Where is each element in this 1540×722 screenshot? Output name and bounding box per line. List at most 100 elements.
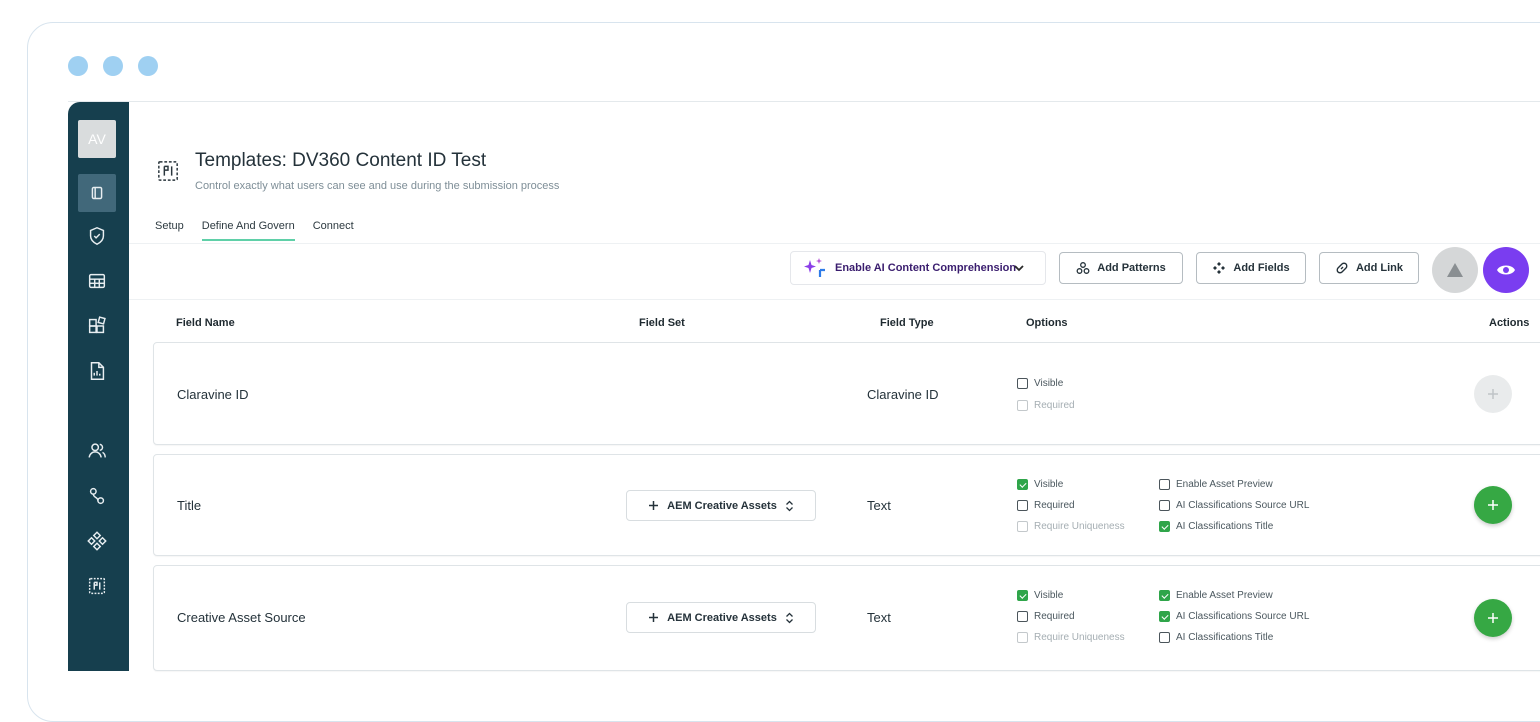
checkbox: [1017, 521, 1028, 532]
preview-button[interactable]: [1483, 247, 1529, 293]
checkbox: [1017, 632, 1028, 643]
option-label: AI Classifications Source URL: [1176, 611, 1310, 622]
field-set-label: AEM Creative Assets: [667, 611, 777, 624]
option-label: AI Classifications Title: [1176, 521, 1274, 532]
patterns-icon: [1076, 262, 1090, 274]
enable-ai-dropdown[interactable]: Enable AI Content Comprehension: [790, 251, 1046, 285]
option-required: Required: [1017, 400, 1075, 411]
option-label: Require Uniqueness: [1034, 521, 1125, 532]
tab-define-and-govern[interactable]: Define And Govern: [201, 220, 295, 241]
warning-button[interactable]: [1432, 247, 1478, 293]
option-label: Require Uniqueness: [1034, 632, 1125, 643]
table-row[interactable]: Claravine ID Claravine ID Visible Requir…: [153, 342, 1540, 445]
option-label: Required: [1034, 400, 1075, 411]
shield-check-icon[interactable]: [78, 217, 116, 255]
checkbox[interactable]: [1159, 479, 1170, 490]
option-enable-asset-preview[interactable]: Enable Asset Preview: [1159, 479, 1273, 490]
checkbox[interactable]: [1017, 611, 1028, 622]
option-label: Visible: [1034, 378, 1064, 389]
window-dot-3[interactable]: [138, 56, 158, 76]
option-ai-title[interactable]: AI Classifications Title: [1159, 632, 1273, 643]
table-row[interactable]: Creative Asset Source AEM Creative Asset…: [153, 565, 1540, 671]
option-required[interactable]: Required: [1017, 500, 1075, 511]
checkbox[interactable]: [1159, 632, 1170, 643]
template-icon[interactable]: [78, 567, 116, 605]
plus-icon: [649, 613, 659, 622]
option-visible[interactable]: Visible: [1017, 378, 1063, 389]
checkbox[interactable]: [1159, 611, 1170, 622]
col-field-set: Field Set: [639, 317, 685, 329]
sidebar: AV: [68, 102, 129, 671]
window-dot-1[interactable]: [68, 56, 88, 76]
add-link-button[interactable]: Add Link: [1319, 252, 1419, 284]
plus-icon: [649, 501, 659, 510]
diamond-grid-icon[interactable]: [78, 522, 116, 560]
app: AV Templates: DV360 Content ID Test Cont…: [68, 101, 1540, 671]
option-ai-title[interactable]: AI Classifications Title: [1159, 521, 1273, 532]
checkbox[interactable]: [1017, 479, 1028, 490]
sparkle-icon: [804, 258, 825, 277]
option-required[interactable]: Required: [1017, 611, 1075, 622]
option-enable-asset-preview[interactable]: Enable Asset Preview: [1159, 590, 1273, 601]
col-field-name: Field Name: [176, 317, 235, 329]
option-ai-source-url[interactable]: AI Classifications Source URL: [1159, 500, 1309, 511]
enable-ai-label: Enable AI Content Comprehension: [835, 262, 1017, 274]
add-action-button: [1474, 375, 1512, 413]
plus-icon: [1488, 613, 1498, 623]
avatar[interactable]: AV: [78, 120, 116, 158]
option-label: AI Classifications Title: [1176, 632, 1274, 643]
users-icon[interactable]: [78, 432, 116, 470]
chevron-down-icon: [1014, 265, 1024, 272]
option-ai-source-url[interactable]: AI Classifications Source URL: [1159, 611, 1309, 622]
add-link-label: Add Link: [1355, 262, 1404, 274]
field-set-select[interactable]: AEM Creative Assets: [626, 602, 816, 633]
checkbox[interactable]: [1017, 378, 1028, 389]
field-set-label: AEM Creative Assets: [667, 499, 777, 512]
col-options: Options: [1026, 317, 1068, 329]
link-icon: [1336, 262, 1348, 274]
add-patterns-label: Add Patterns: [1097, 262, 1166, 274]
add-fields-label: Add Fields: [1233, 262, 1290, 274]
field-name: Title: [177, 498, 202, 513]
field-type: Text: [867, 498, 891, 513]
table-row[interactable]: Title AEM Creative Assets Text Visible R…: [153, 454, 1540, 556]
option-label: Required: [1034, 500, 1075, 511]
window-dot-2[interactable]: [103, 56, 123, 76]
tab-bar: Setup Define And Govern Connect: [155, 220, 354, 241]
page-subtitle: Control exactly what users can see and u…: [195, 180, 560, 192]
flow-icon[interactable]: [78, 477, 116, 515]
plus-icon: [1488, 500, 1498, 510]
fields-icon: [1213, 262, 1226, 274]
panel-icon[interactable]: [78, 174, 116, 212]
field-name: Claravine ID: [177, 387, 249, 402]
add-patterns-button[interactable]: Add Patterns: [1059, 252, 1183, 284]
page-title: Templates: DV360 Content ID Test: [195, 150, 487, 171]
tab-connect[interactable]: Connect: [313, 220, 354, 241]
option-visible[interactable]: Visible: [1017, 479, 1063, 490]
option-visible[interactable]: Visible: [1017, 590, 1063, 601]
checkbox: [1017, 400, 1028, 411]
field-set-select[interactable]: AEM Creative Assets: [626, 490, 816, 521]
report-icon[interactable]: [78, 352, 116, 390]
option-label: Visible: [1034, 590, 1064, 601]
blocks-icon[interactable]: [78, 307, 116, 345]
add-action-button[interactable]: [1474, 599, 1512, 637]
up-down-chevron-icon: [785, 500, 793, 511]
field-type: Text: [867, 610, 891, 625]
template-icon: [158, 161, 178, 181]
checkbox[interactable]: [1159, 500, 1170, 511]
plus-icon: [1488, 389, 1498, 399]
checkbox[interactable]: [1159, 521, 1170, 532]
checkbox[interactable]: [1159, 590, 1170, 601]
checkbox[interactable]: [1017, 590, 1028, 601]
tab-setup[interactable]: Setup: [155, 220, 184, 241]
warning-icon: [1447, 263, 1463, 277]
table-icon[interactable]: [78, 262, 116, 300]
checkbox[interactable]: [1017, 500, 1028, 511]
add-fields-button[interactable]: Add Fields: [1196, 252, 1306, 284]
add-action-button[interactable]: [1474, 486, 1512, 524]
option-label: AI Classifications Source URL: [1176, 500, 1310, 511]
field-name: Creative Asset Source: [177, 610, 306, 625]
col-actions: Actions: [1489, 317, 1530, 329]
tabs-divider: [129, 243, 1540, 244]
